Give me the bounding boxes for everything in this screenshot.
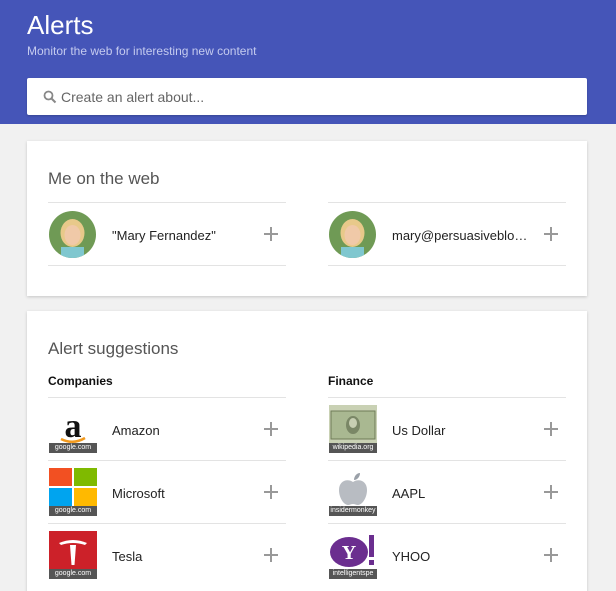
thumb-source: insidermonkey [329,506,377,516]
thumb-source: google.com [49,569,97,579]
suggestion-label: Tesla [112,549,143,564]
thumb-source: google.com [49,443,97,453]
suggestion-label: AAPL [392,486,426,501]
thumb-source: google.com [49,506,97,516]
thumb-source: wikipedia.org [329,443,377,453]
add-icon[interactable] [264,548,278,562]
search-input[interactable] [61,78,561,115]
suggestion-item-yhoo[interactable]: Y intelligentspe YHOO [328,523,566,586]
suggestion-label: YHOO [392,549,431,564]
me-item-email[interactable]: mary@persuasiveblog... [328,202,566,266]
suggestion-item-aapl[interactable]: insidermonkey AAPL [328,460,566,523]
microsoft-logo: google.com [49,468,97,516]
suggestion-item-microsoft[interactable]: google.com Microsoft [48,460,286,523]
header: Alerts Monitor the web for interesting n… [0,0,616,124]
app-subtitle: Monitor the web for interesting new cont… [27,44,257,58]
me-item-label: "Mary Fernandez" [112,228,216,243]
add-icon[interactable] [544,422,558,436]
companies-title: Companies [48,374,113,388]
avatar [329,211,376,258]
app-title: Alerts [27,10,94,40]
suggestion-item-tesla[interactable]: google.com Tesla [48,523,286,586]
add-icon[interactable] [544,548,558,562]
apple-logo: insidermonkey [329,468,377,516]
suggestion-item-amazon[interactable]: a google.com Amazon [48,397,286,460]
suggestion-label: Microsoft [112,486,165,501]
suggestion-label: Us Dollar [392,423,446,438]
svg-text:Y: Y [342,542,357,564]
search-box[interactable] [27,78,587,115]
add-icon[interactable] [264,422,278,436]
amazon-logo: a google.com [49,405,97,453]
add-icon[interactable] [544,227,558,241]
me-on-web-heading: Me on the web [48,169,160,188]
add-icon[interactable] [264,227,278,241]
me-on-web-card: Me on the web "Mary Fernandez" mary@pers… [27,141,587,296]
suggestion-item-us-dollar[interactable]: wikipedia.org Us Dollar [328,397,566,460]
thumb-source: intelligentspe [329,569,377,579]
us-dollar-image: wikipedia.org [329,405,377,453]
yahoo-logo: Y intelligentspe [329,531,377,579]
tesla-logo: google.com [49,531,97,579]
me-item-label: mary@persuasiveblog... [392,228,532,243]
me-item-name[interactable]: "Mary Fernandez" [48,202,286,266]
alert-suggestions-card: Alert suggestions Companies Finance a go… [27,311,587,591]
avatar [49,211,96,258]
finance-title: Finance [328,374,374,388]
add-icon[interactable] [264,485,278,499]
search-icon [43,90,57,104]
alert-suggestions-heading: Alert suggestions [48,339,179,358]
suggestion-label: Amazon [112,423,160,438]
add-icon[interactable] [544,485,558,499]
